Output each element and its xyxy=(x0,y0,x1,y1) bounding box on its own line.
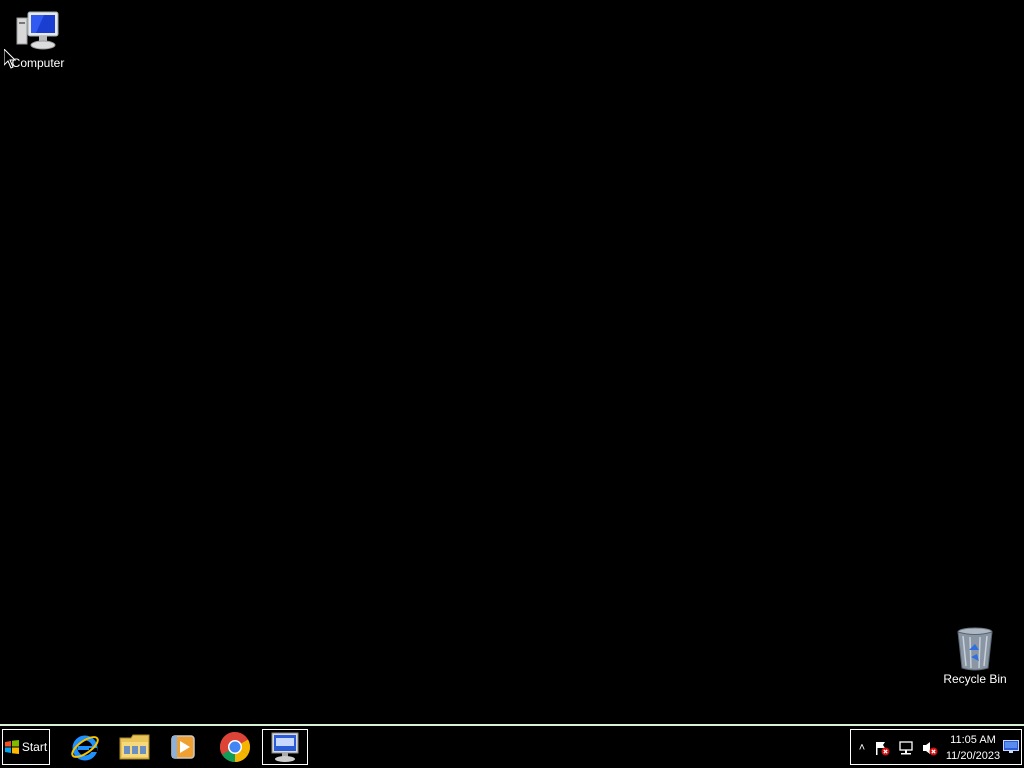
computer-icon xyxy=(16,11,59,50)
media-player-icon xyxy=(171,735,195,759)
clock-time: 11:05 AM xyxy=(950,734,996,746)
taskbar-pin-on-screen-keyboard[interactable] xyxy=(262,729,308,765)
internet-explorer-icon xyxy=(71,735,99,761)
taskbar-pin-internet-explorer[interactable] xyxy=(62,729,108,765)
start-label: Start xyxy=(21,740,48,754)
windows-logo-icon xyxy=(4,740,19,754)
show-hidden-icons-chevron-icon[interactable]: ˄ xyxy=(853,739,871,757)
desktop[interactable]: Computer Recycle Bin xyxy=(0,0,1024,724)
clock[interactable]: 11:05 AM 11/20/2023 xyxy=(943,732,1003,764)
file-explorer-icon xyxy=(119,734,150,760)
taskbar: Start ˄ 11:05 AM 11/20/2023 xyxy=(0,724,1024,768)
desktop-icon-label: Computer xyxy=(11,56,65,70)
taskbar-pin-media-player[interactable] xyxy=(160,729,206,765)
volume-muted-icon[interactable] xyxy=(921,739,939,757)
on-screen-keyboard-icon xyxy=(271,732,299,762)
start-button[interactable]: Start xyxy=(2,729,50,765)
mouse-cursor-icon xyxy=(4,49,16,69)
taskbar-pin-file-explorer[interactable] xyxy=(112,729,158,765)
clock-date: 11/20/2023 xyxy=(945,750,1001,762)
taskbar-pin-chrome[interactable] xyxy=(212,729,258,765)
action-center-flag-icon[interactable] xyxy=(873,739,891,757)
network-icon[interactable] xyxy=(897,739,915,757)
recycle-bin-icon xyxy=(957,627,993,671)
system-tray: ˄ 11:05 AM 11/20/2023 xyxy=(850,729,1022,765)
chrome-icon xyxy=(219,732,251,763)
desktop-icon-label: Recycle Bin xyxy=(943,672,1007,686)
desktop-icon-recycle-bin[interactable]: Recycle Bin xyxy=(937,624,1013,686)
show-desktop-icon[interactable] xyxy=(1003,740,1019,754)
